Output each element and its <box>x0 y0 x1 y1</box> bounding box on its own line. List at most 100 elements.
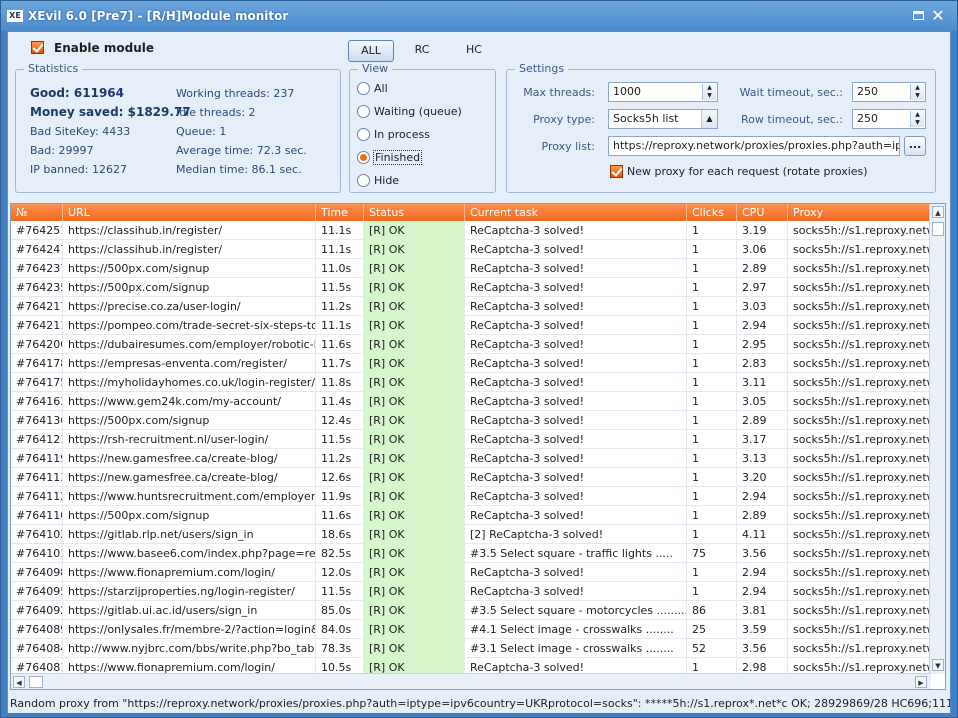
table-row[interactable]: #764110 https://500px.com/signup 11.6s [R] … <box>11 506 931 525</box>
proxy-list-input[interactable]: https://reproxy.network/proxies/proxies.… <box>608 136 900 156</box>
table-row[interactable]: #764247 https://classihub.in/register/11.… <box>11 240 931 259</box>
table-row[interactable]: #764235 https://500px.com/signup 11.5s [R] … <box>11 278 931 297</box>
view-hide-label[interactable]: Hide <box>374 174 399 187</box>
cell-number: #764237 <box>11 259 63 278</box>
cell-clicks: 1 <box>687 221 737 240</box>
cell-cpu: 2.94 <box>737 563 788 582</box>
cell-time: 11.4s <box>316 392 364 411</box>
cell-status: [R] OK <box>364 392 465 411</box>
column-header-clicks[interactable]: Clicks <box>687 204 737 221</box>
cell-status: [R] OK <box>364 335 465 354</box>
table-row[interactable]: #764200 https://dubairesumes.com/employer… <box>11 335 931 354</box>
cell-current-task: ReCaptcha-3 solved! <box>465 297 687 316</box>
column-header-time[interactable]: Time <box>316 204 364 221</box>
scroll-left-icon[interactable]: ◀ <box>13 676 25 688</box>
cell-status: [R] OK <box>364 411 465 430</box>
cell-number: #764175 <box>11 373 63 392</box>
column-header-status[interactable]: Status <box>364 204 465 221</box>
view-in-process-label[interactable]: In process <box>374 128 430 141</box>
view-hide-radio[interactable] <box>357 174 370 187</box>
table-row[interactable]: #764113 https://new.gamesfree.ca/create-b… <box>11 468 931 487</box>
chevron-updown-icon[interactable]: ▲ <box>701 110 717 128</box>
column-header-cpu[interactable]: CPU <box>737 204 788 221</box>
horizontal-scroll-thumb[interactable] <box>29 676 43 688</box>
view-waiting-label[interactable]: Waiting (queue) <box>374 105 462 118</box>
table-row[interactable]: #764095 https://starzijproperties.ng/logi… <box>11 582 931 601</box>
rotate-proxies-label[interactable]: New proxy for each request (rotate proxi… <box>627 165 868 178</box>
max-threads-input[interactable]: 1000 ▲ ▼ <box>608 82 718 102</box>
cell-status: [R] OK <box>364 582 465 601</box>
rotate-proxies-checkbox[interactable] <box>610 165 623 178</box>
view-all-radio[interactable] <box>357 82 370 95</box>
tab-rc[interactable]: RC <box>399 40 445 62</box>
vertical-scroll-thumb[interactable] <box>932 222 944 236</box>
cell-proxy: socks5h://s1.reproxy.network <box>788 392 931 411</box>
cell-cpu: 2.89 <box>737 259 788 278</box>
table-row[interactable]: #764121 https://rsh-recruitment.nl/user-l… <box>11 430 931 449</box>
cell-current-task: ReCaptcha-3 solved! <box>465 335 687 354</box>
cell-proxy: socks5h://s1.reproxy.network <box>788 449 931 468</box>
row-timeout-input[interactable]: 250 ▲ ▼ <box>852 109 926 129</box>
cell-time: 11.2s <box>316 297 364 316</box>
view-in-process-radio[interactable] <box>357 128 370 141</box>
scroll-up-icon[interactable]: ▲ <box>932 206 944 218</box>
table-row[interactable]: #764112 https://www.huntsrecruitment.com/… <box>11 487 931 506</box>
table-row[interactable]: #764217 https://precise.co.za/user-login/… <box>11 297 931 316</box>
cell-proxy: socks5h://s1.reproxy.network <box>788 373 931 392</box>
browse-button[interactable]: ... <box>904 136 926 156</box>
cell-clicks: 75 <box>687 544 737 563</box>
cell-status: [R] OK <box>364 563 465 582</box>
cell-clicks: 1 <box>687 392 737 411</box>
proxy-type-select[interactable]: Socks5h list ▲ <box>608 109 718 129</box>
table-row[interactable]: #764178 https://empresas-enventa.com/regi… <box>11 354 931 373</box>
cell-time: 11.2s <box>316 449 364 468</box>
table-row[interactable]: #764119 https://new.gamesfree.ca/create-b… <box>11 449 931 468</box>
cell-proxy: socks5h://s1.reproxy.network <box>788 620 931 639</box>
view-all-label[interactable]: All <box>374 82 388 95</box>
table-row[interactable]: #764084 http://www.nyjbrc.com/bbs/write.p… <box>11 639 931 658</box>
horizontal-scrollbar[interactable]: ◀ ▶ <box>11 673 931 689</box>
column-header-url[interactable]: URL <box>63 204 316 221</box>
table-row[interactable]: #764237 https://500px.com/signup 11.0s [R] … <box>11 259 931 278</box>
stat-ip-banned: IP banned: 12627 <box>30 163 127 176</box>
table-row[interactable]: #764089 https://onlysales.fr/membre-2/?ac… <box>11 620 931 639</box>
row-timeout-spin-icon[interactable]: ▲ ▼ <box>910 111 924 127</box>
proxy-list-label: Proxy list: <box>541 140 596 153</box>
table-row[interactable]: #764092 https://gitlab.ui.ac.id/users/sig… <box>11 601 931 620</box>
table-row[interactable]: #764251 https://classihub.in/register/11.… <box>11 221 931 240</box>
vertical-scrollbar[interactable]: ▲ ▼ <box>929 204 945 674</box>
table-row[interactable]: #764163 https://www.gem24k.com/my-account… <box>11 392 931 411</box>
cell-current-task: ReCaptcha-3 solved! <box>465 506 687 525</box>
cell-number: #764101 <box>11 544 63 563</box>
max-threads-spin-icon[interactable]: ▲ ▼ <box>702 84 716 100</box>
cell-url: https://500px.com/signup <box>63 278 316 297</box>
close-icon[interactable]: ✕ <box>930 8 946 24</box>
cell-number: #764089 <box>11 620 63 639</box>
table-row[interactable]: #764211 https://pompeo.com/trade-secret-s… <box>11 316 931 335</box>
scroll-down-icon[interactable]: ▼ <box>932 659 944 671</box>
column-header-number[interactable]: № <box>11 204 63 221</box>
column-header-current-task[interactable]: Current task <box>465 204 687 221</box>
view-finished-label[interactable]: Finished <box>373 150 423 165</box>
title-bar[interactable]: XE XEvil 6.0 [Pre7] - [R/H]Module monito… <box>1 1 957 31</box>
cell-proxy: socks5h://s1.reproxy.network <box>788 316 931 335</box>
table-row[interactable]: #764098 https://www.fionapremium.com/logi… <box>11 563 931 582</box>
window-title: XEvil 6.0 [Pre7] - [R/H]Module monitor <box>28 9 289 23</box>
table-row[interactable]: #764101 https://www.basee6.com/index.php?… <box>11 544 931 563</box>
column-header-proxy[interactable]: Proxy <box>788 204 931 221</box>
cell-proxy: socks5h://s1.reproxy.network <box>788 506 931 525</box>
stat-good: Good: 611964 <box>30 86 125 100</box>
table-row[interactable]: #764175 https://myholidayhomes.co.uk/logi… <box>11 373 931 392</box>
maximize-icon[interactable] <box>911 8 927 24</box>
table-row[interactable]: #764136 https://500px.com/signup 12.4s [R] … <box>11 411 931 430</box>
view-finished-radio[interactable] <box>357 151 370 164</box>
scroll-right-icon[interactable]: ▶ <box>915 676 927 688</box>
enable-module-checkbox[interactable] <box>31 41 44 54</box>
view-waiting-radio[interactable] <box>357 105 370 118</box>
app-window: XE XEvil 6.0 [Pre7] - [R/H]Module monito… <box>0 0 958 718</box>
tab-all[interactable]: ALL <box>348 40 394 62</box>
wait-timeout-input[interactable]: 250 ▲ ▼ <box>852 82 926 102</box>
table-row[interactable]: #764102 https://gitlab.rlp.net/users/sign… <box>11 525 931 544</box>
wait-timeout-spin-icon[interactable]: ▲ ▼ <box>910 84 924 100</box>
tab-hc[interactable]: HC <box>451 40 497 62</box>
